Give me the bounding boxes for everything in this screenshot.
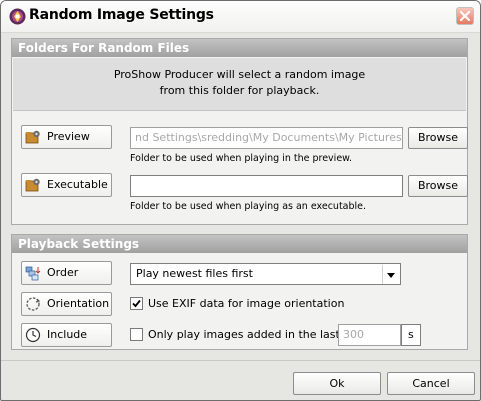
playback-panel-header: Playback Settings (12, 235, 467, 253)
checkmark-icon (132, 299, 141, 308)
preview-hint: Folder to be used when playing in the pr… (130, 153, 353, 164)
include-button[interactable]: Include (21, 323, 112, 347)
order-select[interactable]: Play newest files first (130, 263, 401, 285)
app-logo-icon (9, 8, 26, 25)
folder-gear-icon (25, 177, 41, 193)
cancel-button[interactable]: Cancel (387, 372, 475, 395)
include-recent-checkbox[interactable] (130, 328, 143, 341)
folders-panel-header: Folders For Random Files (12, 39, 467, 57)
preview-label: Preview (47, 130, 90, 143)
include-unit-field: s (401, 324, 421, 346)
footer-divider (1, 360, 480, 361)
close-icon (459, 10, 471, 22)
folder-gear-icon (25, 129, 41, 145)
order-button[interactable]: Order (21, 261, 112, 285)
exif-orientation-checkbox[interactable] (130, 297, 143, 310)
orientation-label: Orientation (47, 297, 110, 310)
chevron-down-icon[interactable] (382, 265, 399, 284)
executable-folder-button[interactable]: Executable (21, 173, 112, 197)
close-button[interactable] (456, 7, 474, 25)
include-label: Include (47, 328, 88, 341)
executable-label: Executable (47, 178, 108, 191)
playback-panel: Playback Settings Order Play newest file… (11, 234, 468, 350)
clock-icon (25, 327, 41, 343)
rotate-icon (25, 296, 41, 312)
executable-browse-button[interactable]: Browse (408, 175, 468, 197)
sort-order-icon (25, 265, 41, 281)
executable-hint: Folder to be used when playing as an exe… (130, 201, 367, 212)
folders-info-line-1: ProShow Producer will select a random im… (113, 68, 366, 81)
include-days-field[interactable]: 300 (338, 324, 401, 346)
order-label: Order (47, 266, 79, 279)
orientation-button[interactable]: Orientation (21, 292, 112, 316)
executable-path-field[interactable] (130, 175, 403, 197)
include-recent-label: Only play images added in the last (148, 328, 340, 341)
window-title: Random Image Settings (29, 7, 214, 23)
preview-folder-button[interactable]: Preview (21, 125, 112, 149)
dialog-window: Random Image Settings Folders For Random… (0, 0, 481, 401)
preview-path-field[interactable]: nd Settings\sredding\My Documents\My Pic… (130, 127, 403, 149)
preview-browse-button[interactable]: Browse (408, 127, 468, 149)
folders-info-line-2: from this folder for playback. (159, 84, 320, 97)
title-bar[interactable]: Random Image Settings (1, 1, 480, 33)
ok-button[interactable]: Ok (293, 372, 381, 395)
order-selected-value: Play newest files first (136, 267, 253, 280)
folders-info-area: ProShow Producer will select a random im… (13, 58, 466, 111)
exif-orientation-label: Use EXIF data for image orientation (148, 297, 345, 310)
folders-panel: Folders For Random Files ProShow Produce… (11, 38, 468, 225)
